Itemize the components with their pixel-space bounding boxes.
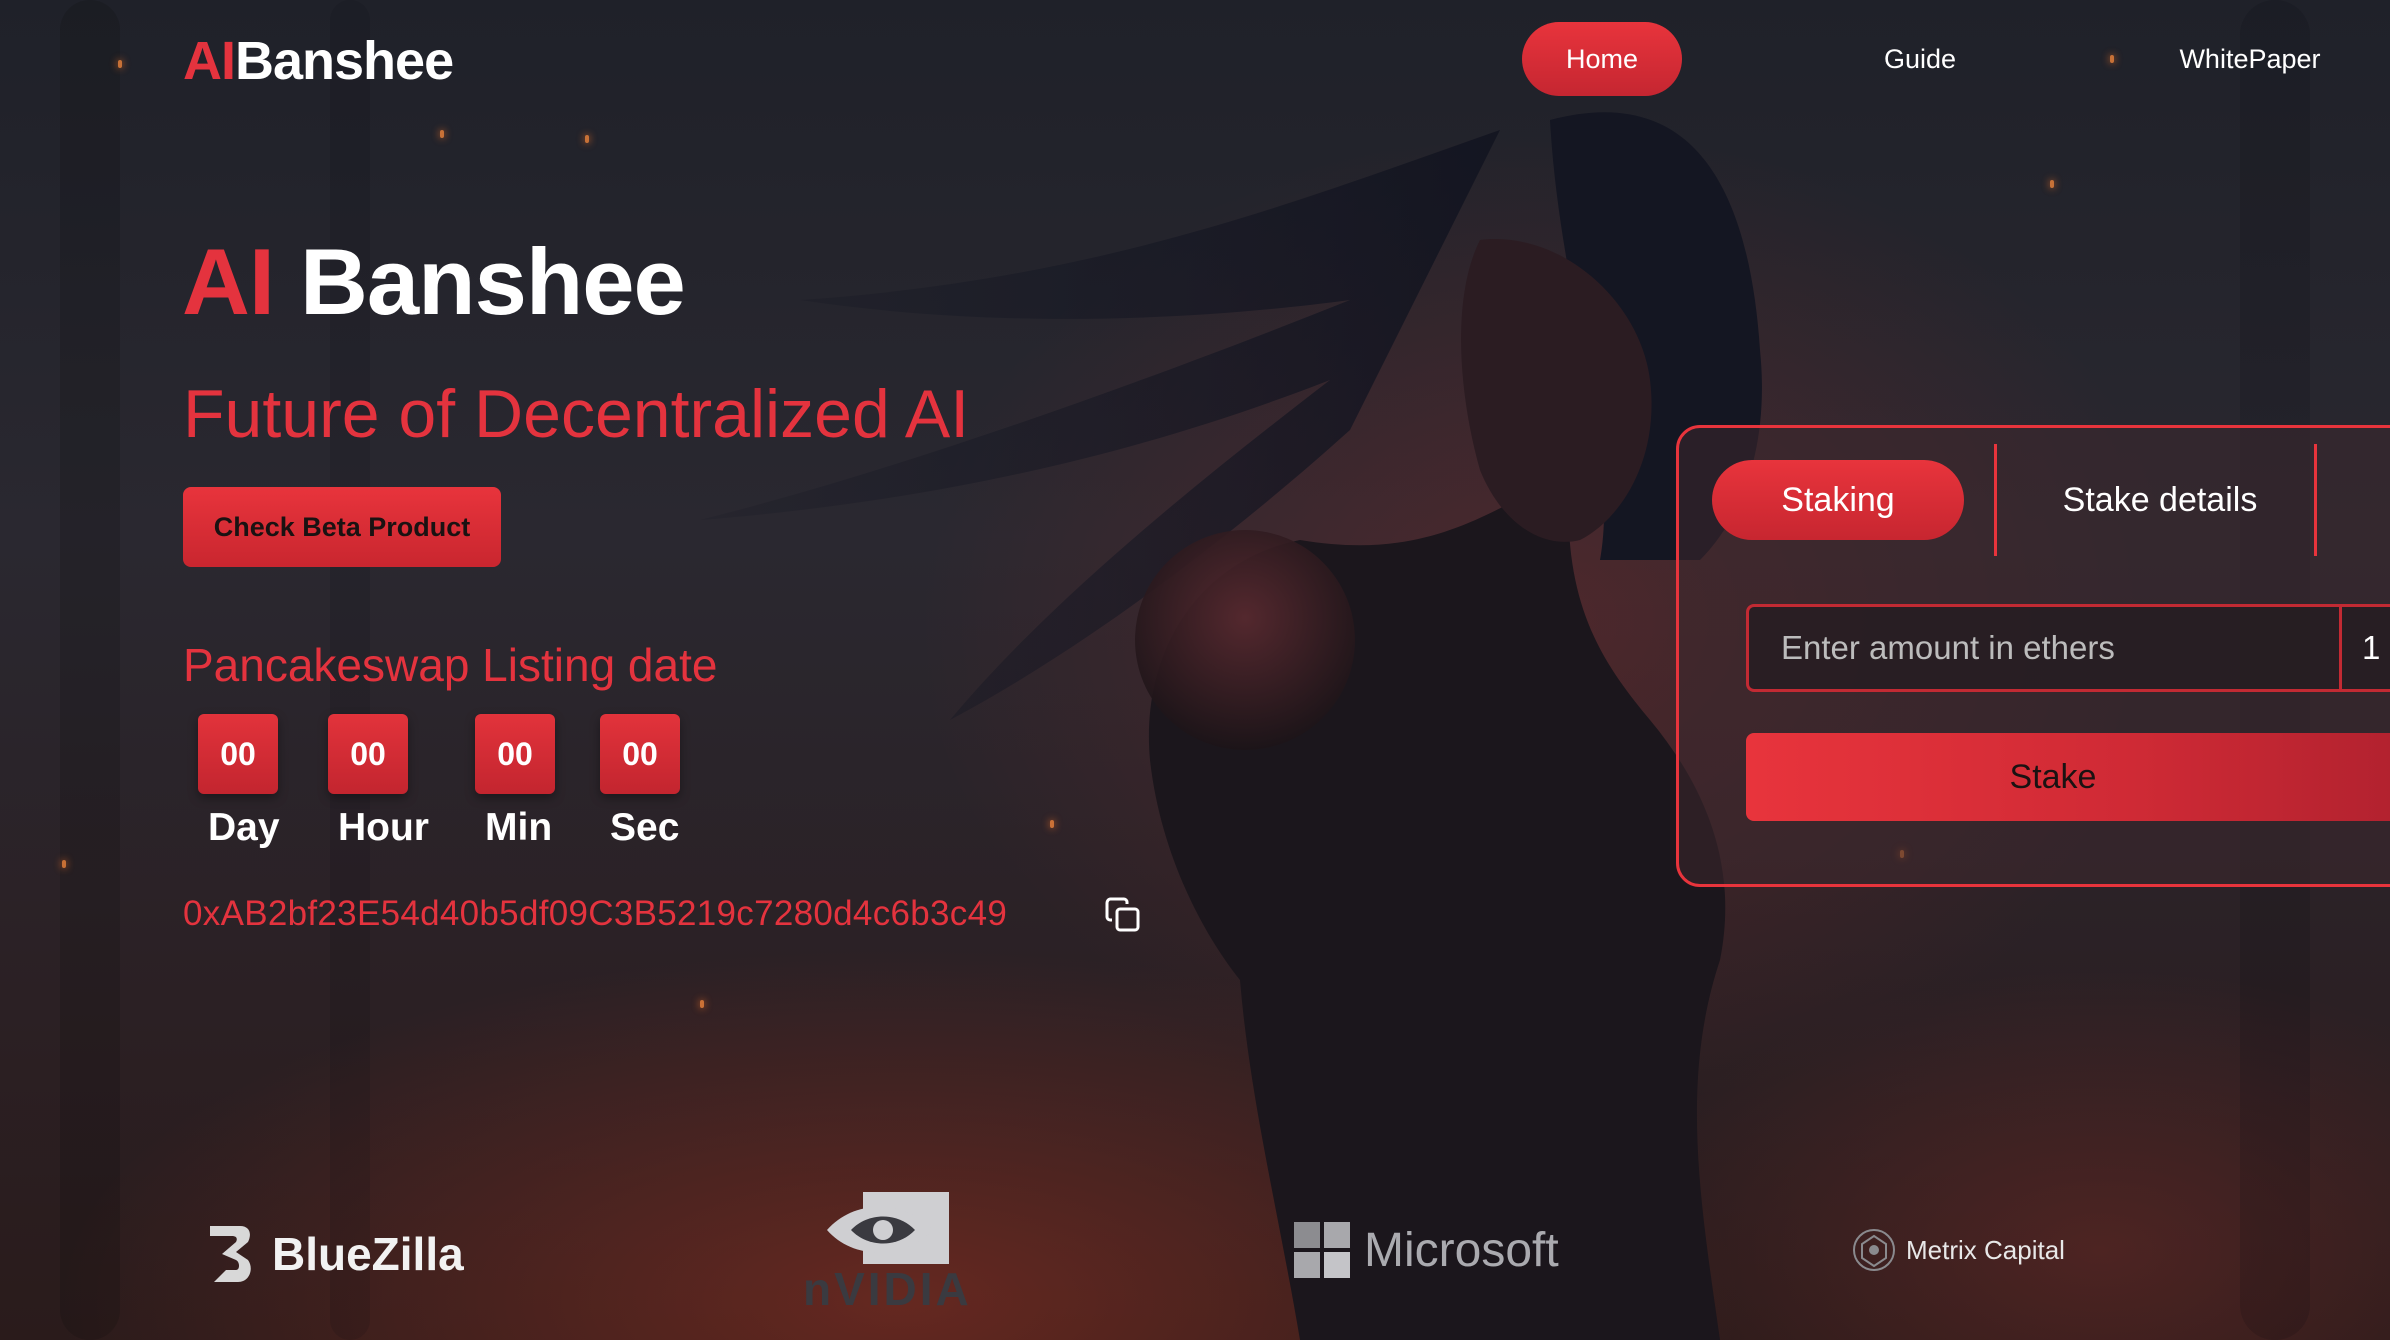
- countdown-hour-label: Hour: [338, 806, 429, 849]
- partner-nvidia[interactable]: nVIDIA: [803, 1190, 972, 1316]
- stake-button[interactable]: Stake: [1746, 733, 2390, 821]
- bluezilla-logo-icon: [210, 1226, 251, 1282]
- copy-icon[interactable]: [1104, 896, 1144, 936]
- tab-divider: [1994, 444, 1997, 556]
- countdown-sec-label: Sec: [610, 806, 680, 849]
- countdown-hour-value: 00: [328, 714, 408, 794]
- nvidia-eye-icon: [827, 1192, 950, 1264]
- logo-banshee-text: Banshee: [235, 31, 454, 91]
- tab-stake-details[interactable]: Stake details: [2000, 460, 2320, 540]
- countdown-day-label: Day: [208, 806, 280, 849]
- amount-input[interactable]: [1746, 604, 2342, 692]
- partner-name: Microsoft: [1364, 1223, 1559, 1277]
- metrix-capital-icon: [1853, 1229, 1895, 1271]
- tab-staking[interactable]: Staking: [1712, 460, 1964, 540]
- partner-bluezilla[interactable]: BlueZilla: [206, 1222, 464, 1286]
- nav-whitepaper-link[interactable]: WhitePaper: [2160, 22, 2340, 96]
- hero-title-banshee: Banshee: [300, 229, 686, 334]
- partner-name: BlueZilla: [272, 1228, 464, 1280]
- nav-home-button[interactable]: Home: [1522, 22, 1682, 96]
- tab-divider: [2314, 444, 2317, 556]
- nav-guide-link[interactable]: Guide: [1860, 22, 1980, 96]
- countdown-sec-value: 00: [600, 714, 680, 794]
- partner-name: nVIDIA: [803, 1263, 972, 1315]
- check-beta-product-button[interactable]: Check Beta Product: [183, 487, 501, 567]
- partner-name: Metrix Capital: [1906, 1234, 2065, 1265]
- partner-microsoft[interactable]: Microsoft: [1294, 1222, 1559, 1278]
- microsoft-windows-icon: [1294, 1222, 1350, 1278]
- brand-logo[interactable]: AIBanshee: [183, 30, 454, 92]
- hero-title-ai: AI: [182, 229, 275, 334]
- partner-metrix-capital[interactable]: Metrix Capital: [1852, 1228, 2065, 1272]
- countdown-day-value: 00: [198, 714, 278, 794]
- countdown-min-label: Min: [485, 806, 553, 849]
- countdown-min-value: 00: [475, 714, 555, 794]
- hero-title: AI Banshee: [182, 235, 686, 329]
- duration-select[interactable]: 1 r: [2339, 604, 2390, 692]
- contract-address: 0xAB2bf23E54d40b5df09C3B5219c7280d4c6b3c…: [183, 894, 1008, 933]
- logo-ai-text: AI: [183, 31, 236, 91]
- listing-date-heading: Pancakeswap Listing date: [183, 639, 718, 691]
- hero-subtitle: Future of Decentralized AI: [183, 376, 970, 452]
